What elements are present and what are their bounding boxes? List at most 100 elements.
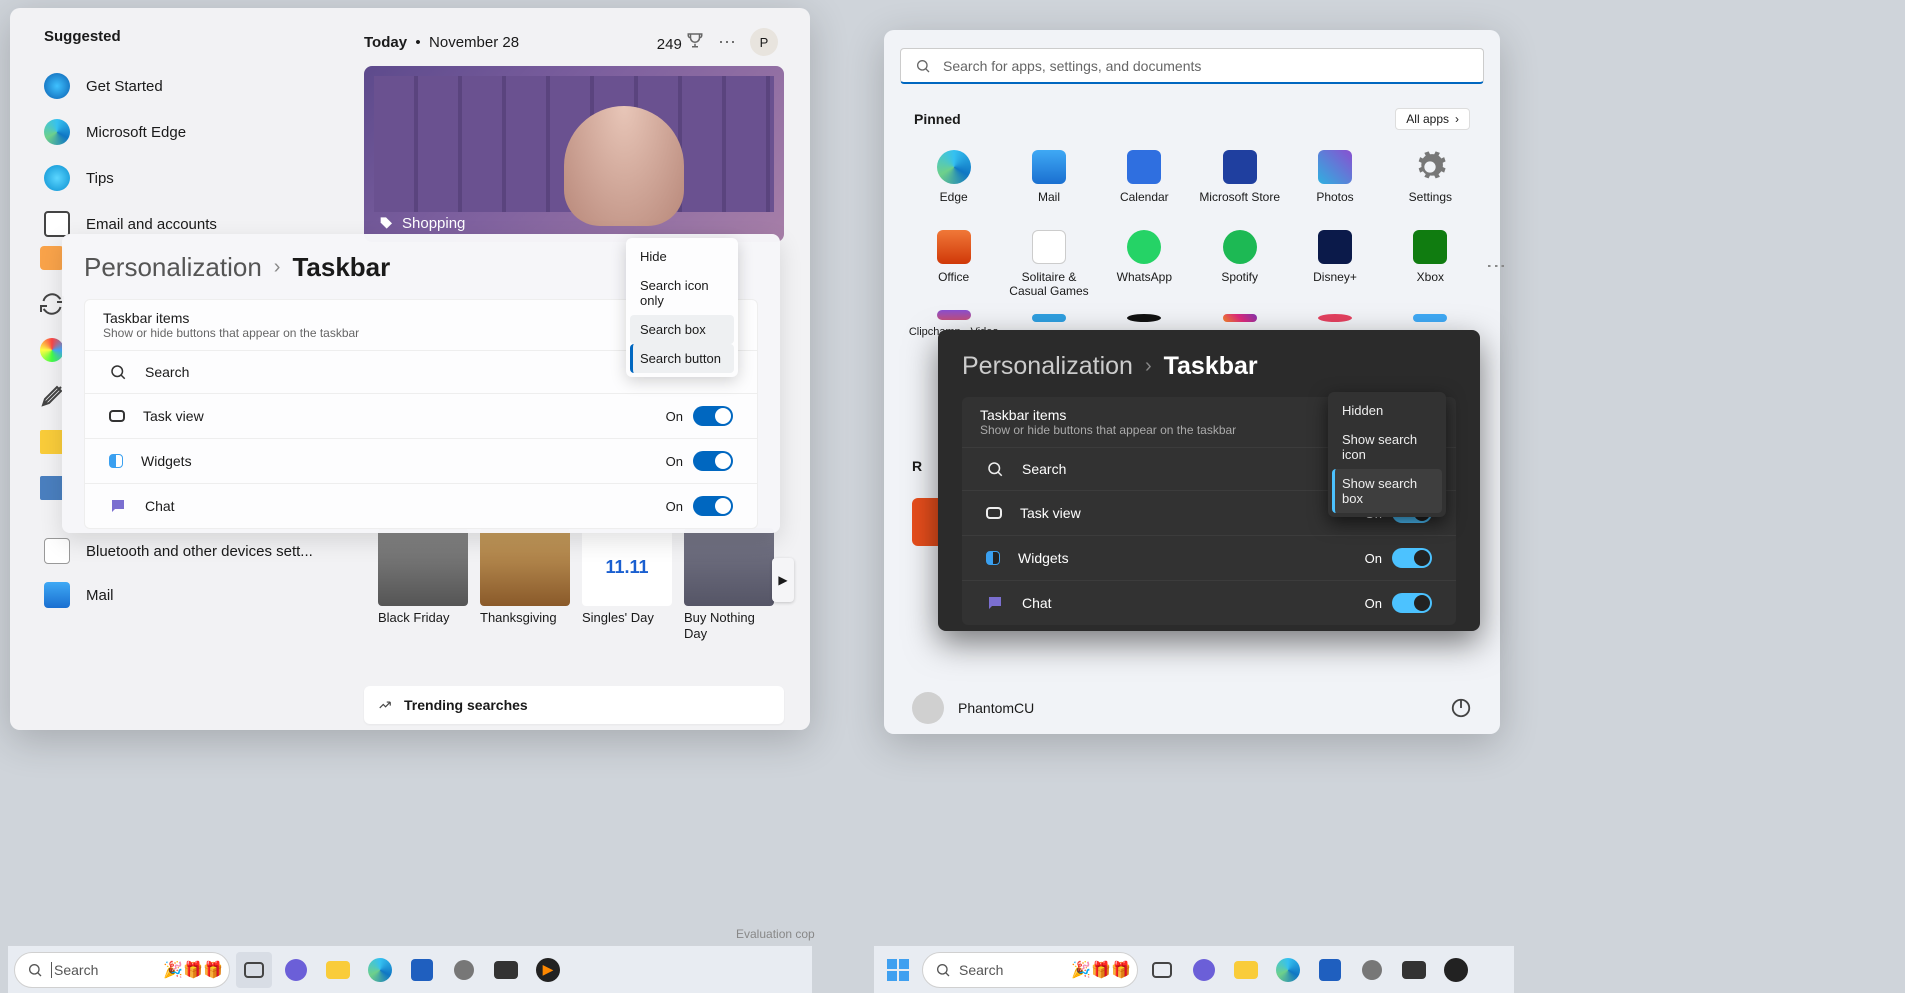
nav-icon-6[interactable] (40, 476, 64, 500)
dd-search-icon-only[interactable]: Search icon only (630, 271, 734, 315)
explorer-button[interactable] (320, 952, 356, 988)
thumb-buy-nothing[interactable]: Buy Nothing Day (684, 528, 774, 641)
nav-icon-5[interactable] (40, 430, 64, 454)
nav-icon-3[interactable] (40, 338, 64, 362)
nav-icon-2[interactable] (40, 292, 64, 316)
dd-show-search-box[interactable]: Show search box (1332, 469, 1442, 513)
task-view-button[interactable] (236, 952, 272, 988)
media-button[interactable]: ▶ (530, 952, 566, 988)
chevron-right-icon: › (1145, 355, 1152, 378)
pinned-grid-row1: Edge Mail Calendar Microsoft Store Photo… (900, 144, 1484, 224)
toggle-widgets-light[interactable] (693, 451, 733, 471)
start-footer: PhantomCU (912, 692, 1472, 724)
explorer-button-r[interactable] (1228, 952, 1264, 988)
row-widgets-dark[interactable]: Widgets On (962, 535, 1456, 580)
gifts-icon: 🎉🎁🎁 (163, 960, 223, 980)
chat-button[interactable] (278, 952, 314, 988)
trending-icon (378, 698, 392, 712)
store-button-r[interactable] (1312, 952, 1348, 988)
taskview-icon (109, 410, 125, 422)
user-avatar[interactable]: P (750, 28, 778, 56)
hero-label: Shopping (378, 215, 465, 232)
dd-hidden[interactable]: Hidden (1332, 396, 1442, 425)
obs-button[interactable] (1438, 952, 1474, 988)
suggested-item-get-started[interactable]: Get Started (44, 63, 355, 109)
suggested-item-bluetooth[interactable]: Bluetooth and other devices sett... (44, 528, 313, 574)
pinned-grid-row2: Office Solitaire & Casual Games WhatsApp… (900, 224, 1484, 304)
all-apps-button[interactable]: All apps› (1395, 108, 1470, 130)
chat-button-r[interactable] (1186, 952, 1222, 988)
toggle-widgets-dark[interactable] (1392, 548, 1432, 568)
settings-button-r[interactable] (1354, 952, 1390, 988)
terminal-button-r[interactable] (1396, 952, 1432, 988)
chevron-right-icon: › (274, 256, 281, 279)
toggle-taskview-light[interactable] (693, 406, 733, 426)
suggested-item-edge[interactable]: Microsoft Edge (44, 109, 355, 155)
app-solitaire[interactable]: Solitaire & Casual Games (1003, 224, 1094, 304)
rewards-points[interactable]: 249 (657, 31, 704, 53)
edge-icon (44, 119, 70, 145)
store-icon (1223, 150, 1257, 184)
thumbs-next-button[interactable]: ▶ (772, 558, 794, 602)
nav-icon-4[interactable] (40, 384, 64, 408)
thumb-singles-day[interactable]: 11.11Singles' Day (582, 528, 672, 641)
dd-search-box[interactable]: Search box (630, 315, 734, 344)
app-xbox[interactable]: Xbox (1385, 224, 1476, 304)
hero-card[interactable]: Shopping (364, 66, 784, 242)
settings-panel-dark: Personalization › Taskbar Taskbar items … (938, 330, 1480, 631)
trending-searches[interactable]: Trending searches (364, 686, 784, 724)
app-mail[interactable]: Mail (1003, 144, 1094, 224)
app-edge[interactable]: Edge (908, 144, 999, 224)
search-icon (27, 962, 43, 978)
app-office[interactable]: Office (908, 224, 999, 304)
row-taskview-light[interactable]: Task view On (85, 393, 757, 438)
crumb-personalization-dark[interactable]: Personalization (962, 352, 1133, 381)
thumb-thanksgiving[interactable]: Thanksgiving (480, 528, 570, 641)
suggested-item-tips[interactable]: Tips (44, 155, 355, 201)
task-view-button-r[interactable] (1144, 952, 1180, 988)
tips-icon (44, 165, 70, 191)
recommended-title: R (912, 458, 922, 474)
settings-button[interactable] (446, 952, 482, 988)
shopping-thumbs: Black Friday Thanksgiving 11.11Singles' … (378, 528, 788, 641)
dd-search-button[interactable]: Search button (630, 344, 734, 373)
app-photos[interactable]: Photos (1289, 144, 1380, 224)
edge-button-r[interactable] (1270, 952, 1306, 988)
search-dropdown-light: Hide Search icon only Search box Search … (626, 238, 738, 377)
app-whatsapp[interactable]: WhatsApp (1099, 224, 1190, 304)
power-icon[interactable] (1450, 697, 1472, 719)
photos-icon (1318, 150, 1352, 184)
disney-icon (1318, 230, 1352, 264)
search-dropdown-dark: Hidden Show search icon Show search box (1328, 392, 1446, 517)
app-store[interactable]: Microsoft Store (1194, 144, 1285, 224)
terminal-button[interactable] (488, 952, 524, 988)
app-spotify[interactable]: Spotify (1194, 224, 1285, 304)
user-button[interactable]: PhantomCU (912, 692, 1034, 724)
app-disney[interactable]: Disney+ (1289, 224, 1380, 304)
pinned-page-dots[interactable]: ⋮ (1484, 256, 1508, 280)
thumb-black-friday[interactable]: Black Friday (378, 528, 468, 641)
toggle-chat-light[interactable] (693, 496, 733, 516)
store-button[interactable] (404, 952, 440, 988)
dd-hide[interactable]: Hide (630, 242, 734, 271)
app-calendar[interactable]: Calendar (1099, 144, 1190, 224)
app-settings[interactable]: Settings (1385, 144, 1476, 224)
toggle-chat-dark[interactable] (1392, 593, 1432, 613)
crumb-taskbar: Taskbar (292, 252, 390, 283)
more-icon[interactable]: ⋯ (718, 32, 736, 53)
taskbar-search-right[interactable]: Search 🎉🎁🎁 (922, 952, 1138, 988)
row-chat-dark[interactable]: Chat On (962, 580, 1456, 625)
edge-button[interactable] (362, 952, 398, 988)
suggested-item-mail[interactable]: Mail (44, 572, 114, 618)
row-chat-light[interactable]: Chat On (85, 483, 757, 528)
dd-show-search-icon[interactable]: Show search icon (1332, 425, 1442, 469)
start-button[interactable] (880, 952, 916, 988)
feed-column: Today • November 28 249 ⋯ P Shopping (364, 28, 784, 242)
nav-icon-1[interactable] (40, 246, 64, 270)
gear-icon (1413, 150, 1447, 184)
taskbar-search-left[interactable]: Search 🎉🎁🎁 (14, 952, 230, 988)
row-widgets-light[interactable]: Widgets On (85, 438, 757, 483)
start-search-box[interactable]: Search for apps, settings, and documents (900, 48, 1484, 84)
mail-icon (44, 211, 70, 237)
crumb-personalization[interactable]: Personalization (84, 252, 262, 283)
